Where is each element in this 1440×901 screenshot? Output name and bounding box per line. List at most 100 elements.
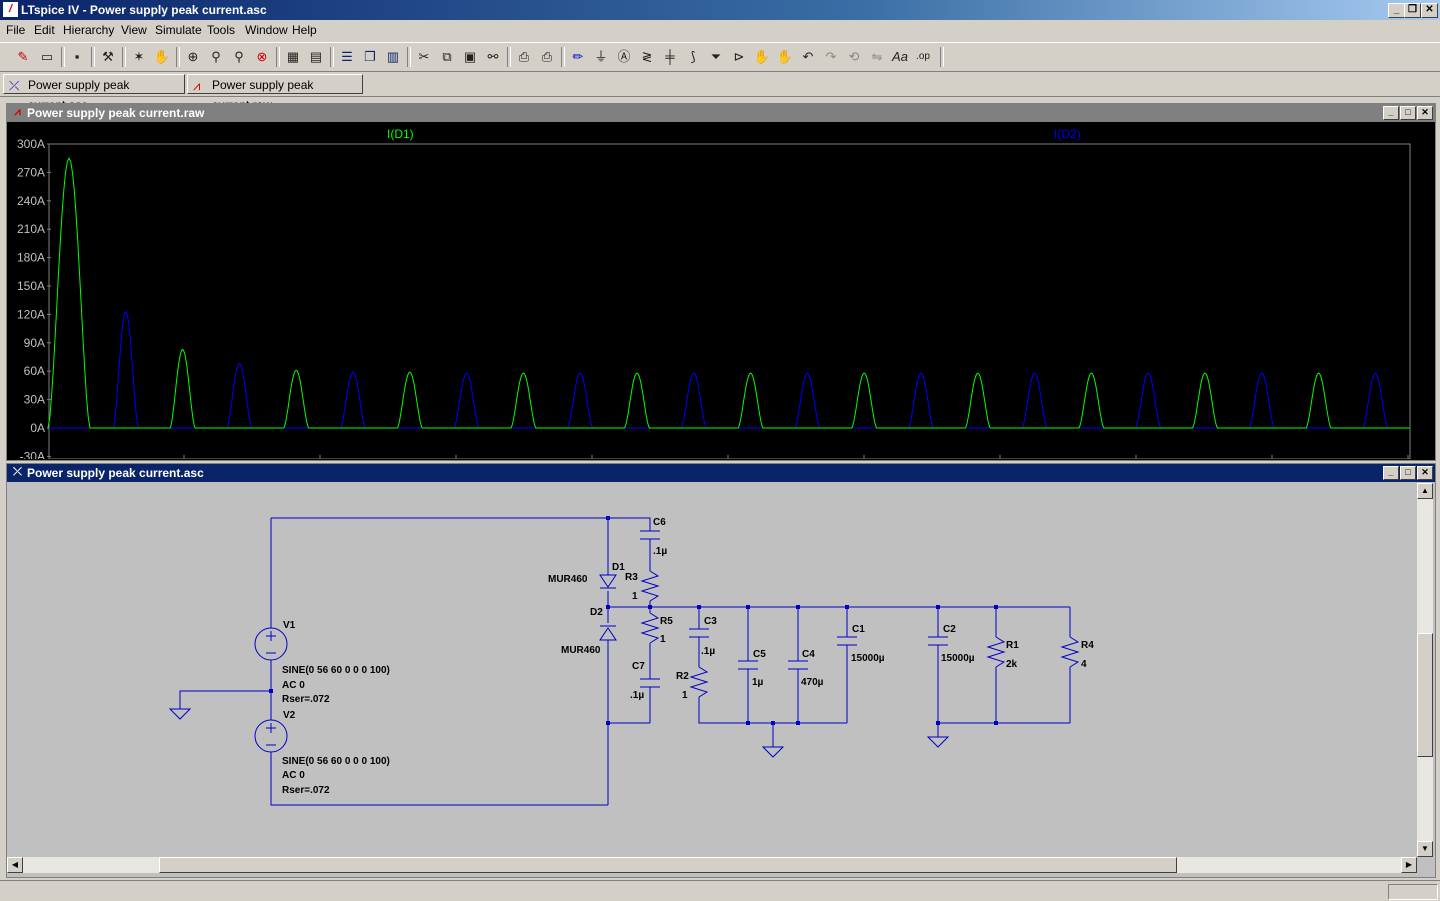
r1-value[interactable]: 2k — [1006, 659, 1018, 670]
zoom-area-icon[interactable]: ⊕ — [183, 47, 203, 67]
resistor-icon[interactable]: ≷ — [637, 47, 657, 67]
restore-button[interactable]: ❐ — [1404, 3, 1421, 18]
v2-rser[interactable]: Rser=.072 — [282, 785, 330, 796]
schematic-close-button[interactable]: ✕ — [1417, 466, 1433, 480]
waveform-maximize-button[interactable]: □ — [1400, 106, 1416, 120]
capacitor-icon[interactable]: ╪ — [660, 47, 680, 67]
scroll-up-arrow[interactable]: ▲ — [1417, 483, 1433, 499]
diode-icon[interactable]: ⏷ — [706, 47, 726, 67]
move-icon[interactable]: ✋ — [752, 47, 772, 67]
print-preview-icon[interactable]: ⎙ — [514, 47, 534, 67]
control-panel-icon[interactable]: ⚒ — [98, 47, 118, 67]
undo-icon[interactable]: ↶ — [798, 47, 818, 67]
zoom-in-icon[interactable]: ⚲ — [206, 47, 226, 67]
save-icon[interactable]: ▪ — [67, 47, 87, 67]
c2-value[interactable]: 15000µ — [941, 653, 975, 664]
r5-label[interactable]: R5 — [660, 616, 673, 627]
c4-value[interactable]: 470µ — [801, 677, 824, 688]
minimize-button[interactable]: _ — [1388, 3, 1405, 18]
r1-label[interactable]: R1 — [1006, 640, 1019, 651]
grid-icon[interactable]: ▤ — [306, 47, 326, 67]
d1-model[interactable]: MUR460 — [548, 574, 588, 585]
v1-spec[interactable]: SINE(0 56 60 0 0 0 100) — [282, 665, 390, 676]
open-folder-icon[interactable]: ▭ — [37, 47, 57, 67]
find-icon[interactable]: ⚯ — [483, 47, 503, 67]
mirror-icon[interactable]: ⇋ — [867, 47, 887, 67]
d2-model[interactable]: MUR460 — [561, 645, 601, 656]
v1-ac[interactable]: AC 0 — [282, 680, 305, 691]
inductor-icon[interactable]: ⟆ — [683, 47, 703, 67]
r4-value[interactable]: 4 — [1081, 659, 1087, 670]
tab-schematic[interactable]: ⤫ Power supply peak current.asc — [3, 74, 185, 112]
tile-horizontal-icon[interactable]: ☰ — [337, 47, 357, 67]
r5-value[interactable]: 1 — [660, 634, 666, 645]
copy-icon[interactable]: ⧉ — [437, 47, 457, 67]
autorange-icon[interactable]: ▦ — [283, 47, 303, 67]
c5-label[interactable]: C5 — [753, 649, 766, 660]
c4-label[interactable]: C4 — [802, 649, 815, 660]
menu-simulate[interactable]: Simulate — [155, 23, 202, 37]
zoom-out-icon[interactable]: ⚲ — [229, 47, 249, 67]
print-icon[interactable]: ⎙ — [537, 47, 557, 67]
schematic-canvas[interactable]: V1 SINE(0 56 60 0 0 0 100) AC 0 Rser=.07… — [7, 483, 1417, 859]
c3-label[interactable]: C3 — [704, 616, 717, 627]
schematic-minimize-button[interactable]: _ — [1383, 466, 1399, 480]
r2-label[interactable]: R2 — [676, 671, 689, 682]
rotate-icon[interactable]: ⟲ — [844, 47, 864, 67]
scroll-right-arrow[interactable]: ▶ — [1401, 857, 1417, 873]
spice-directive-icon[interactable]: .op — [913, 47, 933, 67]
vertical-scrollbar[interactable]: ▲ ▼ — [1417, 483, 1433, 857]
r3-value[interactable]: 1 — [632, 591, 638, 602]
capacitor-symbols[interactable] — [640, 530, 948, 688]
paste-icon[interactable]: ▣ — [460, 47, 480, 67]
text-icon[interactable]: Aa — [890, 47, 910, 67]
cascade-icon[interactable]: ❐ — [360, 47, 380, 67]
waveform-close-button[interactable]: ✕ — [1417, 106, 1433, 120]
v1-rser[interactable]: Rser=.072 — [282, 694, 330, 705]
schematic-maximize-button[interactable]: □ — [1400, 466, 1416, 480]
r3-label[interactable]: R3 — [625, 572, 638, 583]
d1-label[interactable]: D1 — [612, 562, 625, 573]
c6-value[interactable]: .1µ — [653, 546, 667, 557]
menu-hierarchy[interactable]: Hierarchy — [63, 23, 114, 37]
menu-file[interactable]: File — [6, 23, 25, 37]
wire-icon[interactable]: ✏ — [568, 47, 588, 67]
c1-label[interactable]: C1 — [852, 624, 865, 635]
vertical-scroll-thumb[interactable] — [1417, 633, 1433, 757]
drag-icon[interactable]: ✋ — [775, 47, 795, 67]
horizontal-scroll-thumb[interactable] — [159, 857, 1177, 873]
c2-label[interactable]: C2 — [943, 624, 956, 635]
c3-value[interactable]: .1µ — [701, 646, 715, 657]
r2-value[interactable]: 1 — [682, 690, 688, 701]
ground-icon[interactable]: ⏚ — [591, 47, 611, 67]
v2-label[interactable]: V2 — [283, 710, 296, 721]
horizontal-scrollbar[interactable]: ◀ ▶ — [7, 857, 1417, 873]
cut-icon[interactable]: ✂ — [414, 47, 434, 67]
diode-d1-symbol[interactable] — [599, 574, 617, 589]
menu-help[interactable]: Help — [292, 23, 317, 37]
c7-label[interactable]: C7 — [632, 661, 645, 672]
tile-vertical-icon[interactable]: ▥ — [383, 47, 403, 67]
trace-label-d2[interactable]: I(D2) — [1054, 127, 1081, 141]
voltage-source-v1-symbol[interactable] — [254, 627, 288, 661]
c7-value[interactable]: .1µ — [630, 690, 644, 701]
menu-window[interactable]: Window — [245, 23, 288, 37]
halt-icon[interactable]: ✋ — [152, 47, 172, 67]
scroll-down-arrow[interactable]: ▼ — [1417, 841, 1433, 857]
v2-ac[interactable]: AC 0 — [282, 770, 305, 781]
tab-waveform[interactable]: ⩘ Power supply peak current.raw — [187, 74, 363, 112]
menu-view[interactable]: View — [121, 23, 147, 37]
redo-icon[interactable]: ↷ — [821, 47, 841, 67]
close-button[interactable]: ✕ — [1421, 3, 1438, 18]
waveform-minimize-button[interactable]: _ — [1383, 106, 1399, 120]
run-icon[interactable]: ✶ — [129, 47, 149, 67]
d2-label[interactable]: D2 — [590, 607, 603, 618]
component-icon[interactable]: ⊳ — [729, 47, 749, 67]
label-net-icon[interactable]: Ⓐ — [614, 47, 634, 67]
new-schematic-icon[interactable]: ✎ — [13, 47, 33, 67]
voltage-source-v2-symbol[interactable] — [254, 719, 288, 753]
c5-value[interactable]: 1µ — [752, 677, 764, 688]
scroll-left-arrow[interactable]: ◀ — [7, 857, 23, 873]
menu-tools[interactable]: Tools — [207, 23, 235, 37]
r4-label[interactable]: R4 — [1081, 640, 1094, 651]
